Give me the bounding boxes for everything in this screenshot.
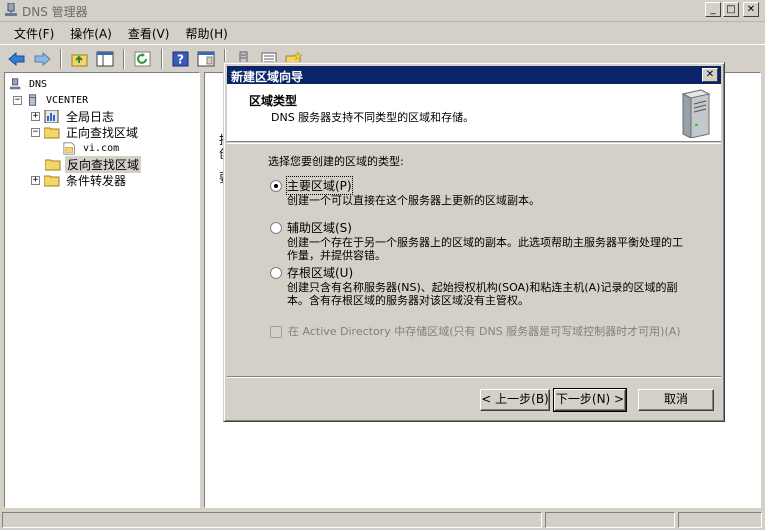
tree-label-conditional-forwarders: 条件转发器 <box>66 173 127 188</box>
radio-label-primary[interactable]: 主要区域(P) <box>286 176 353 195</box>
tree-label-dns: DNS <box>29 78 48 90</box>
status-bar <box>0 510 765 530</box>
show-hide-tree-icon[interactable] <box>94 48 116 70</box>
toolbar-separator <box>60 48 62 69</box>
folder-icon <box>45 159 61 170</box>
menu-file[interactable]: 文件(F) <box>6 22 62 44</box>
tree-item-zone-vi[interactable]: vi.com <box>63 140 121 156</box>
dialog-titlebar: 新建区域向导 ✕ <box>227 66 721 84</box>
status-cell <box>545 512 675 528</box>
event-log-icon <box>44 109 59 123</box>
cancel-button[interactable]: 取消 <box>638 389 714 411</box>
maximize-button[interactable]: □ <box>723 2 739 17</box>
dns-server-icon <box>9 77 21 89</box>
button-divider <box>227 376 721 378</box>
new-zone-wizard-dialog: 新建区域向导 ✕ 区域类型 DNS 服务器支持不同类型的区域和存储。 选择您要创… <box>223 62 725 422</box>
radio-label-stub[interactable]: 存根区域(U) <box>287 264 353 281</box>
tree-item-reverse-zones[interactable]: 反向查找区域 <box>45 155 142 173</box>
back-button[interactable]: < 上一步(B) <box>480 389 550 411</box>
tree-item-forward-zones[interactable]: − 正向查找区域 <box>31 124 140 140</box>
minimize-button[interactable]: _ <box>705 2 721 17</box>
forward-arrow-icon[interactable] <box>31 48 53 70</box>
status-cell-main <box>2 512 542 528</box>
folder-icon <box>44 127 60 138</box>
radio-secondary-zone[interactable]: 辅助区域(S) <box>270 219 352 236</box>
radio-button-secondary[interactable] <box>270 221 282 234</box>
up-folder-icon[interactable] <box>69 48 91 70</box>
dialog-title: 新建区域向导 <box>231 70 304 84</box>
next-button[interactable]: 下一步(N) > <box>553 388 627 412</box>
server-icon <box>29 93 37 106</box>
wizard-page-subtitle: DNS 服务器支持不同类型的区域和存储。 <box>271 111 475 124</box>
status-cell <box>678 512 762 528</box>
stub-zone-description: 创建只含有名称服务器(NS)、起始授权机构(SOA)和粘连主机(A)记录的区域的… <box>287 281 678 307</box>
zone-file-icon <box>63 141 75 155</box>
store-in-ad-checkbox-row[interactable]: 在 Active Directory 中存储区域(只有 DNS 服务器是可写域控… <box>270 325 708 339</box>
window-titlebar: DNS 管理器 _ □ ✕ <box>0 0 765 22</box>
radio-button-stub[interactable] <box>270 266 282 279</box>
tree-label-forward-zones: 正向查找区域 <box>66 125 139 140</box>
tree-item-global-log[interactable]: + 全局日志 <box>31 108 116 124</box>
collapse-toggle[interactable]: − <box>13 95 22 105</box>
primary-zone-description: 创建一个可以直接在这个服务器上更新的区域副本。 <box>287 194 540 207</box>
close-window-button[interactable]: ✕ <box>743 2 759 17</box>
dialog-close-button[interactable]: ✕ <box>702 68 718 82</box>
wizard-page-title: 区域类型 <box>249 94 298 108</box>
tree-item-dns[interactable]: DNS <box>9 76 49 92</box>
expand-toggle[interactable]: + <box>31 175 40 185</box>
radio-label-secondary[interactable]: 辅助区域(S) <box>287 219 352 236</box>
tree-label-vcenter: VCENTER <box>46 94 89 106</box>
help-icon[interactable]: ? <box>170 48 192 70</box>
properties-icon[interactable] <box>195 48 217 70</box>
dns-app-icon <box>5 3 17 16</box>
tree-item-vcenter[interactable]: − VCENTER <box>13 92 90 108</box>
tree-label-global-log: 全局日志 <box>66 109 115 124</box>
server-tower-icon <box>681 89 711 138</box>
expand-toggle[interactable]: + <box>31 111 40 121</box>
menu-action[interactable]: 操作(A) <box>62 22 120 44</box>
back-arrow-icon[interactable] <box>6 48 28 70</box>
svg-text:?: ? <box>177 52 184 66</box>
menu-view[interactable]: 查看(V) <box>120 22 178 44</box>
folder-icon <box>44 175 60 186</box>
window-title: DNS 管理器 <box>22 5 88 19</box>
collapse-toggle[interactable]: − <box>31 127 40 137</box>
store-in-ad-checkbox[interactable] <box>270 326 282 338</box>
store-in-ad-label: 在 Active Directory 中存储区域(只有 DNS 服务器是可写域控… <box>288 325 681 338</box>
zone-type-prompt: 选择您要创建的区域的类型: <box>268 155 404 168</box>
toolbar-separator <box>123 48 125 69</box>
tree-item-conditional-forwarders[interactable]: + 条件转发器 <box>31 172 128 188</box>
wizard-header: 区域类型 DNS 服务器支持不同类型的区域和存储。 <box>227 84 721 142</box>
refresh-icon[interactable] <box>132 48 154 70</box>
header-divider <box>227 143 721 145</box>
console-tree: DNS − VCENTER + 全局日志 − 正向查找区域 vi.com 反向查… <box>4 72 200 508</box>
tree-label-zone-vi: vi.com <box>83 142 120 154</box>
toolbar-separator <box>161 48 163 69</box>
secondary-zone-description: 创建一个存在于另一个服务器上的区域的副本。此选项帮助主服务器平衡处理的工作量，并… <box>287 236 683 262</box>
radio-primary-zone[interactable]: 主要区域(P) <box>270 176 353 195</box>
radio-stub-zone[interactable]: 存根区域(U) <box>270 264 353 281</box>
tree-label-reverse-zones: 反向查找区域 <box>65 155 142 173</box>
menu-help[interactable]: 帮助(H) <box>177 22 235 44</box>
menu-bar: 文件(F) 操作(A) 查看(V) 帮助(H) <box>0 22 765 44</box>
radio-button-primary[interactable] <box>270 179 282 192</box>
